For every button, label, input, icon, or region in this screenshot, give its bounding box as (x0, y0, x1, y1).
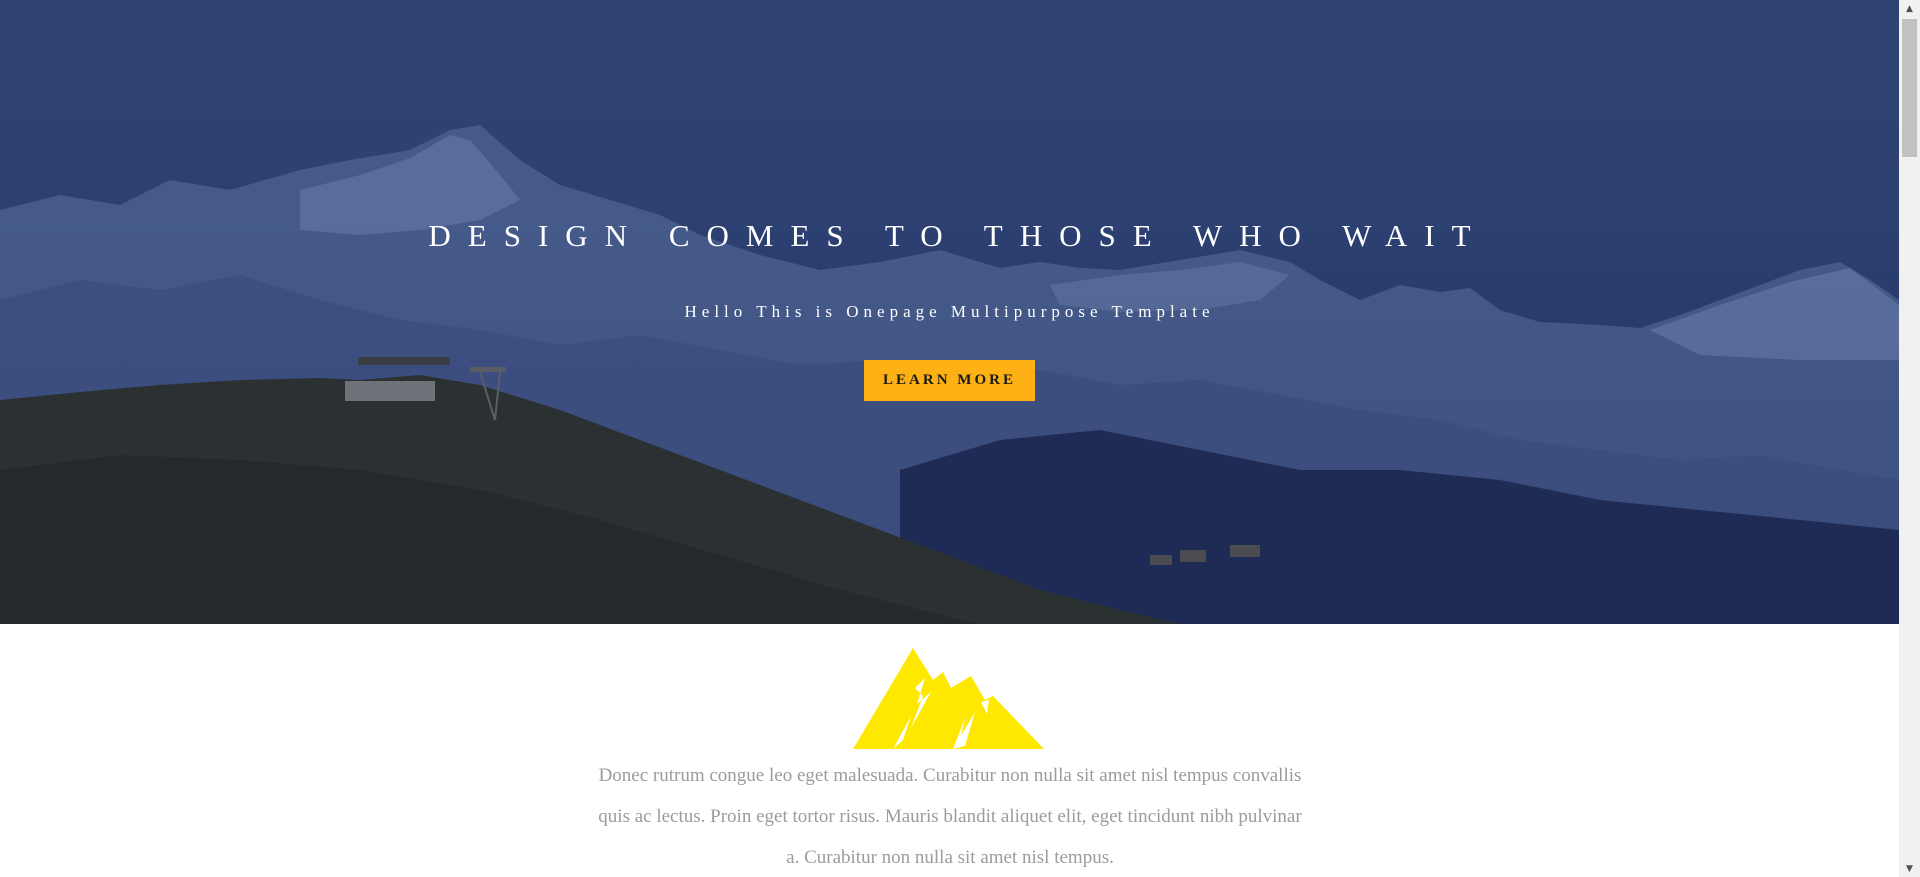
page: DESIGN COMES TO THOSE WHO WAIT Hello Thi… (0, 0, 1899, 877)
scrollbar-thumb[interactable] (1902, 19, 1917, 157)
intro-paragraph: Donec rutrum congue leo eget malesuada. … (598, 765, 1302, 868)
hero-subtitle: Hello This is Onepage Multipurpose Templ… (684, 302, 1215, 321)
intro-section: Donec rutrum congue leo eget malesuada. … (0, 624, 1899, 877)
learn-more-button[interactable]: LEARN MORE (864, 360, 1035, 401)
hero-content: DESIGN COMES TO THOSE WHO WAIT Hello Thi… (0, 0, 1899, 624)
hero-section: DESIGN COMES TO THOSE WHO WAIT Hello Thi… (0, 0, 1899, 624)
vertical-scrollbar[interactable]: ▲ ▼ (1899, 0, 1920, 877)
triangle-down-icon[interactable]: ▼ (1899, 860, 1920, 877)
hero-title: DESIGN COMES TO THOSE WHO WAIT (428, 218, 1488, 253)
triangle-up-icon[interactable]: ▲ (1899, 0, 1920, 17)
